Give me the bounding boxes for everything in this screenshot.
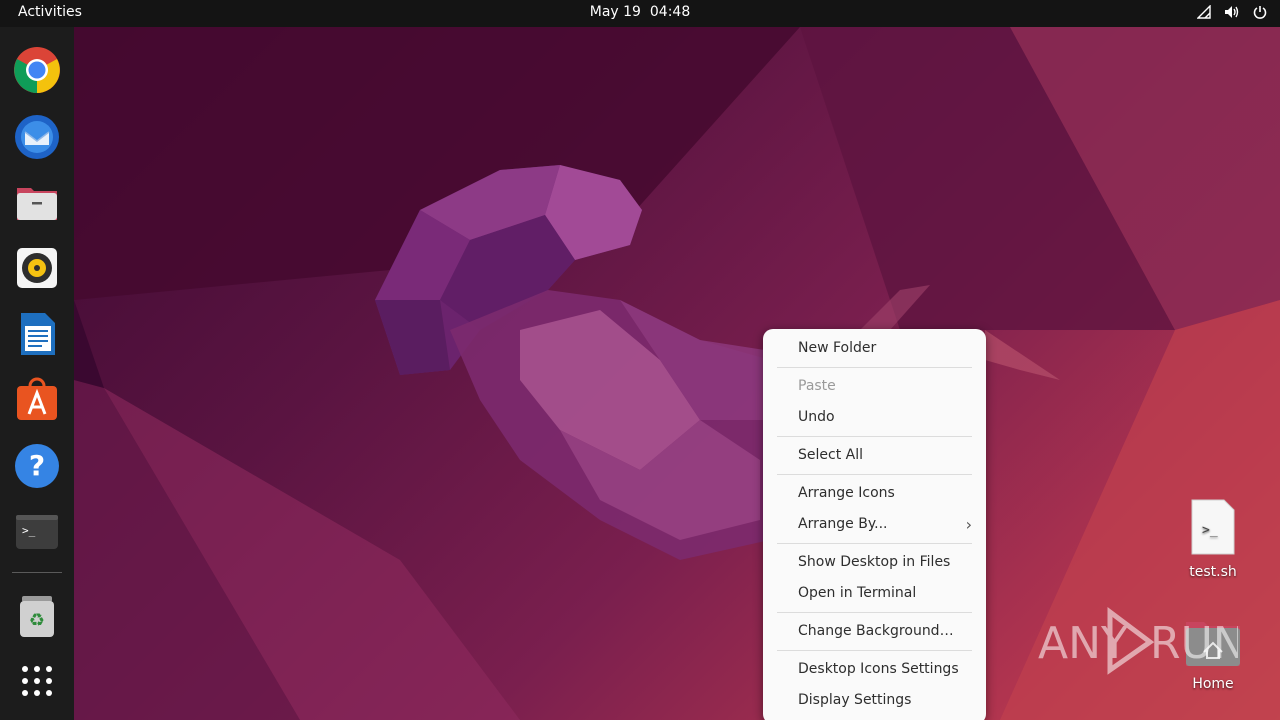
menu-item-paste: Paste [798,378,836,394]
watermark-text-left: ANY [1038,618,1128,669]
network-icon[interactable] [1196,4,1212,20]
help-icon: ? [15,444,59,488]
dock-item-terminal[interactable]: >_ [10,505,64,559]
menu-separator [777,367,972,368]
trash-icon: ♻ [20,596,54,637]
svg-text:>_: >_ [22,524,36,537]
dock-item-rhythmbox[interactable] [10,241,64,295]
menu-item-undo[interactable]: Undo [763,402,986,433]
menu-separator [777,612,972,613]
files-icon [17,188,57,220]
dock-item-thunderbird[interactable] [10,109,64,163]
menu-item-display-settings[interactable]: Display Settings [763,685,986,716]
dock-item-trash[interactable]: ♻ [10,589,64,643]
menu-item-arrange-icons[interactable]: Arrange Icons [763,478,986,509]
script-file-icon: >_ [1191,499,1235,555]
software-icon [17,377,57,420]
svg-text:?: ? [29,449,45,482]
app-grid-icon [22,666,52,696]
volume-icon[interactable] [1224,4,1240,20]
menu-separator [777,474,972,475]
menu-item-change-background[interactable]: Change Background… [763,616,986,647]
dock-item-help[interactable]: ? [10,439,64,493]
date-label[interactable]: May 19 [590,4,641,20]
anyrun-watermark: ANY RUN [1038,606,1246,676]
system-tray[interactable] [1196,4,1268,20]
dock: ? >_ ♻ [0,27,74,720]
watermark-text-right: RUN [1150,618,1238,669]
menu-separator [777,543,972,544]
terminal-icon: >_ [16,515,58,549]
file-label: test.sh [1189,564,1237,580]
power-icon[interactable] [1252,4,1268,20]
svg-text:♻: ♻ [29,610,45,631]
home-label: Home [1192,676,1234,692]
thunderbird-icon [15,115,59,159]
menu-separator [777,436,972,437]
rhythmbox-icon [17,248,57,288]
activities-button[interactable]: Activities [18,4,82,20]
desktop-context-menu: New Folder Paste Undo Select All Arrange… [763,329,986,720]
menu-separator [777,650,972,651]
chrome-icon [14,47,60,93]
menu-item-new-folder[interactable]: New Folder [763,333,986,364]
menu-item-arrange-by-label: Arrange By... [798,516,888,532]
dock-item-chrome[interactable] [10,43,64,97]
dock-item-libreoffice-writer[interactable] [10,307,64,361]
chevron-right-icon: › [965,515,972,534]
dock-item-software[interactable] [10,373,64,427]
file-glyph: >_ [1202,523,1218,538]
menu-item-open-in-terminal[interactable]: Open in Terminal [763,578,986,609]
menu-item-desktop-icons-settings[interactable]: Desktop Icons Settings [763,654,986,685]
dock-item-files[interactable] [10,175,64,229]
dock-item-show-apps[interactable] [10,654,64,708]
menu-item-select-all[interactable]: Select All [763,440,986,471]
desktop-file-test-sh[interactable]: >_ test.sh [1168,498,1258,580]
writer-icon [21,313,55,355]
clock: May 19 04:48 [0,4,1280,20]
time-label[interactable]: 04:48 [650,4,690,20]
menu-item-arrange-by[interactable]: Arrange By... › [763,509,986,540]
menu-item-show-desktop-in-files[interactable]: Show Desktop in Files [763,547,986,578]
dock-separator [12,572,62,573]
top-bar: Activities May 19 04:48 [0,0,1280,27]
